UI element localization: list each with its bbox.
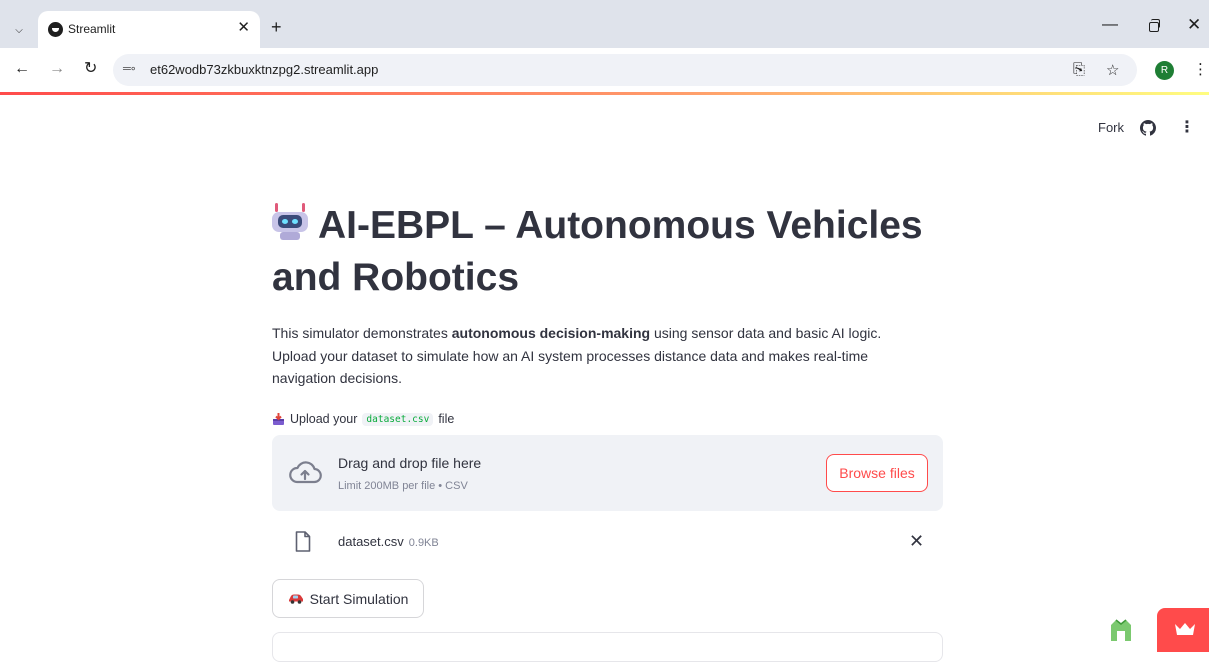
tab-search-chevron-down-icon[interactable]: ⌵	[8, 19, 30, 41]
url-text[interactable]: et62wodb73zkbuxktnzpg2.streamlit.app	[150, 62, 378, 77]
new-tab-button[interactable]: +	[271, 17, 282, 37]
uploaded-file-size: 0.9KB	[408, 537, 439, 549]
address-bar[interactable]: ═∘ et62wodb73zkbuxktnzpg2.streamlit.app …	[113, 54, 1137, 86]
app-menu-more-vert-icon[interactable]: ⋮	[1179, 117, 1195, 137]
github-icon[interactable]	[1140, 120, 1156, 136]
file-dropzone[interactable]: Drag and drop file here Limit 200MB per …	[272, 435, 943, 511]
page-title-text: AI-EBPL – Autonomous Vehicles and Roboti…	[272, 204, 923, 299]
page-title: AI-EBPL – Autonomous Vehicles and Roboti…	[272, 200, 943, 304]
robot-icon	[272, 203, 308, 240]
uploaded-file-info: dataset.csv 0.9KB	[338, 534, 439, 549]
back-icon[interactable]: ←	[14, 59, 30, 79]
window-restore-button[interactable]	[1149, 19, 1160, 32]
window-minimize-button[interactable]: —	[1102, 16, 1118, 34]
uploaded-file-name: dataset.csv	[338, 534, 404, 549]
crown-icon	[1175, 623, 1195, 635]
main-content: AI-EBPL – Autonomous Vehicles and Roboti…	[272, 200, 943, 304]
install-icon[interactable]: ⎘	[1073, 61, 1085, 78]
intro-bold: autonomous decision-making	[451, 325, 651, 341]
uploader-label-suffix: file	[438, 412, 455, 426]
browser-toolbar: ← → ↻ ═∘ et62wodb73zkbuxktnzpg2.streamli…	[0, 48, 1209, 92]
uploaded-file-row: dataset.csv 0.9KB ✕	[272, 522, 943, 562]
inbox-tray-icon	[273, 412, 284, 425]
profile-avatar[interactable]: R	[1155, 61, 1174, 80]
start-simulation-button[interactable]: Start Simulation	[272, 579, 424, 618]
car-icon	[288, 594, 303, 604]
file-icon	[295, 531, 311, 552]
streamlit-decoration-line	[0, 92, 1209, 95]
site-info-icon[interactable]: ═∘	[123, 62, 137, 75]
window-close-button[interactable]: ✕	[1187, 15, 1201, 35]
star-icon[interactable]: ☆	[1106, 61, 1119, 79]
intro-prefix: This simulator demonstrates	[272, 325, 452, 341]
browser-menu-more-vert-icon[interactable]: ⋮	[1193, 60, 1208, 78]
remove-file-close-icon[interactable]: ✕	[909, 531, 924, 552]
intro-paragraph: This simulator demonstrates autonomous d…	[272, 322, 912, 390]
cloud-upload-icon	[289, 461, 322, 484]
reload-icon[interactable]: ↻	[84, 59, 97, 79]
start-simulation-label: Start Simulation	[309, 590, 409, 607]
uploader-label-prefix: Upload your	[290, 412, 358, 426]
uploader-label-code: dataset.csv	[362, 412, 434, 426]
tab-close-icon[interactable]: ✕	[237, 19, 250, 37]
fork-link[interactable]: Fork	[1098, 120, 1124, 135]
browser-tab-bar: ⌵ Streamlit ✕ + — ✕	[0, 0, 1209, 48]
browser-tab[interactable]: Streamlit ✕	[38, 11, 260, 48]
file-uploader-label: Upload your dataset.csv file	[272, 412, 454, 426]
dropzone-subtitle: Limit 200MB per file • CSV	[338, 480, 468, 492]
tab-title: Streamlit	[68, 22, 116, 36]
output-container	[272, 632, 943, 662]
streamlit-favicon-icon	[48, 22, 63, 37]
forward-icon[interactable]: →	[49, 59, 65, 79]
streamlit-hosted-badge[interactable]	[1157, 608, 1209, 652]
streamlit-community-badge-icon[interactable]	[1108, 617, 1134, 643]
browse-files-button[interactable]: Browse files	[826, 454, 928, 492]
dropzone-title: Drag and drop file here	[338, 455, 482, 471]
